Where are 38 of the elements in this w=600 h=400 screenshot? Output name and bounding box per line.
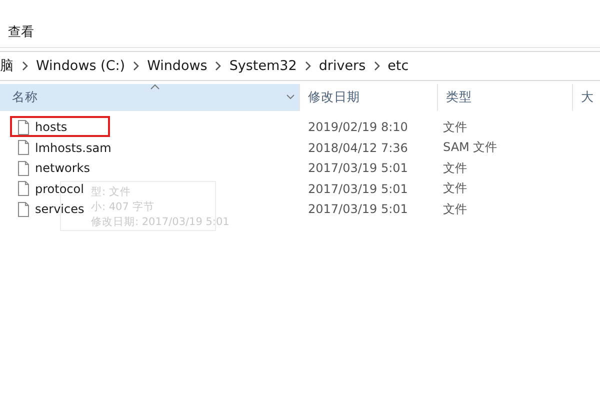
- breadcrumb-item[interactable]: System32: [229, 58, 297, 74]
- view-menu[interactable]: 查看: [8, 23, 34, 41]
- column-header[interactable]: 类型: [438, 84, 573, 111]
- file-name[interactable]: protocol: [35, 182, 84, 196]
- file-type: 文件: [442, 118, 468, 136]
- sort-caret-icon: [150, 84, 160, 90]
- column-header[interactable]: 名称: [0, 84, 300, 111]
- chevron-icon: [132, 61, 140, 71]
- file-icon: [18, 160, 29, 176]
- breadcrumb-item[interactable]: drivers: [318, 58, 366, 74]
- breadcrumb-item[interactable]: Windows: [147, 58, 208, 74]
- breadcrumb-item[interactable]: Windows (C:): [36, 58, 126, 74]
- breadcrumb-item[interactable]: etc: [388, 58, 409, 74]
- file-name[interactable]: services: [35, 202, 84, 216]
- column-header[interactable]: 大: [573, 84, 600, 111]
- chevron-icon: [372, 61, 381, 71]
- file-type: 文件: [442, 180, 468, 198]
- file-type: 文件: [442, 200, 468, 218]
- file-type: SAM 文件: [442, 139, 498, 156]
- modified-date: 2017/03/19 5:01: [307, 202, 409, 216]
- dropdown-chevron-icon[interactable]: [286, 94, 295, 100]
- modified-date: 2017/03/19 5:01: [307, 182, 409, 196]
- file-name[interactable]: lmhosts.sam: [35, 140, 112, 155]
- column-header[interactable]: 修改日期: [300, 84, 438, 111]
- file-name[interactable]: networks: [35, 161, 90, 176]
- file-icon: [18, 120, 29, 135]
- file-type: 文件: [442, 160, 468, 177]
- chevron-icon: [214, 61, 222, 71]
- file-icon: [18, 140, 29, 156]
- modified-date: 2017/03/19 5:01: [307, 161, 409, 176]
- file-name[interactable]: hosts: [35, 120, 68, 134]
- modified-date: 2018/04/12 7:36: [307, 140, 409, 155]
- breadcrumb-item[interactable]: 脑: [0, 57, 14, 75]
- file-icon: [18, 202, 29, 217]
- modified-date: 2019/02/19 8:10: [307, 120, 409, 134]
- chevron-icon: [21, 61, 29, 71]
- chevron-icon: [304, 61, 312, 71]
- file-icon: [18, 181, 29, 196]
